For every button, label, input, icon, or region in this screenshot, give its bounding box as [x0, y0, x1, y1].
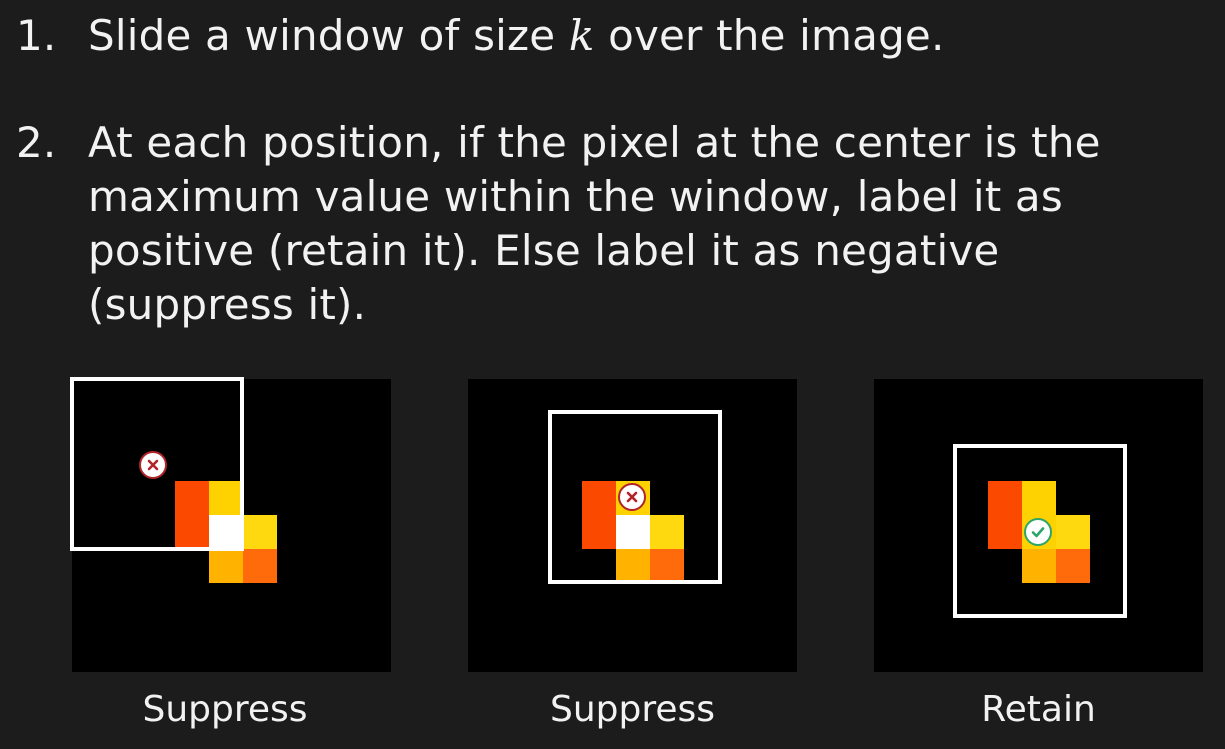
step-1-text-after: over the image. — [594, 11, 945, 60]
step-1: 1. Slide a window of size k over the ima… — [16, 9, 1188, 63]
pixel — [243, 549, 277, 583]
step-1-text: Slide a window of size k over the image. — [88, 9, 1188, 63]
cross-icon — [618, 483, 646, 511]
caption-suppress-1: Suppress — [142, 689, 308, 730]
window-size-variable: k — [568, 11, 595, 60]
pixel — [209, 549, 243, 583]
check-icon — [1024, 518, 1052, 546]
caption-retain: Retain — [981, 689, 1096, 730]
step-2: 2. At each position, if the pixel at the… — [16, 116, 1188, 332]
step-2-text: At each position, if the pixel at the ce… — [88, 118, 1101, 329]
step-1-number: 1. — [16, 11, 57, 60]
caption-suppress-2: Suppress — [549, 689, 716, 730]
step-2-number: 2. — [16, 118, 57, 167]
pixel — [243, 515, 277, 549]
step-1-text-before: Slide a window of size — [88, 11, 569, 60]
cross-icon — [139, 451, 167, 479]
